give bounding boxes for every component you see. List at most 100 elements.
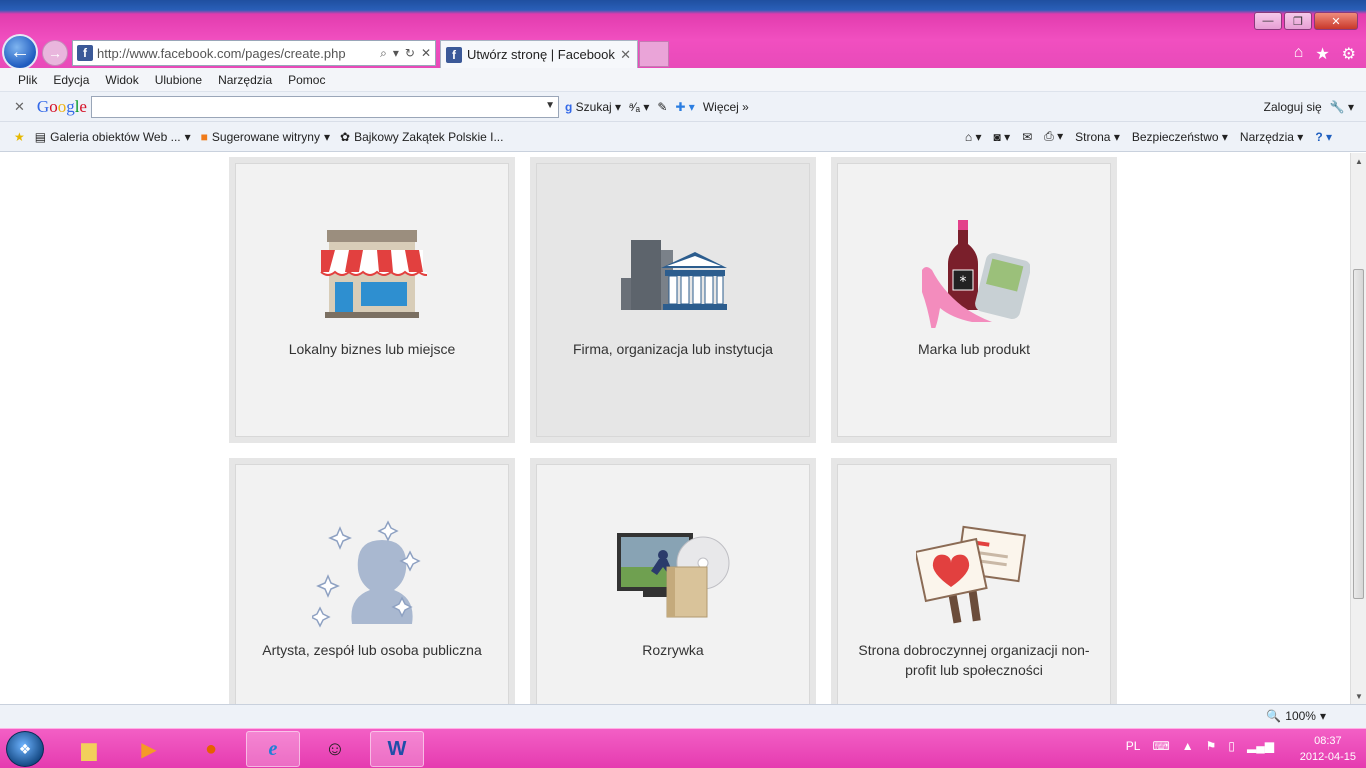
safety-menu-label: Bezpieczeństwo (1131, 129, 1219, 144)
google-toolbar: ✕ Google ▼ g Szukaj ▾ ᵃ⁄ₐ ▾ ✎ ✚ ▾ Więcej… (0, 92, 1366, 122)
window-controls: — ❐ ✕ (1254, 12, 1358, 30)
menu-item-favorites[interactable]: Ulubione (155, 73, 202, 87)
search-icon[interactable]: ⌕ (380, 46, 387, 61)
google-search-button[interactable]: g Szukaj ▾ (565, 100, 621, 114)
more-button[interactable]: Więcej » (703, 100, 749, 114)
scroll-thumb[interactable] (1353, 269, 1364, 599)
fav-item-label: Galeria obiektów Web ... (50, 129, 181, 144)
dropdown-arrow-icon[interactable]: ▾ (393, 46, 399, 61)
artist-silhouette-icon (312, 520, 432, 630)
pen-icon[interactable]: ✎ (657, 100, 667, 114)
close-window-button[interactable]: ✕ (1314, 12, 1358, 30)
show-hidden-icons-icon[interactable]: ▲ (1182, 739, 1194, 753)
vertical-scrollbar[interactable]: ▲ ▼ (1350, 153, 1366, 704)
wrench-icon[interactable]: 🔧 ▾ (1330, 100, 1354, 114)
start-button[interactable]: ❖ (6, 731, 44, 767)
google-search-input[interactable]: ▼ (90, 95, 559, 118)
language-indicator[interactable]: PL (1126, 739, 1141, 753)
page-content: Lokalny biznes lub miejsce Firma, organi… (0, 153, 1350, 704)
chevron-down-icon: ▾ (1319, 709, 1326, 723)
login-link[interactable]: Zaloguj się (1264, 100, 1322, 114)
fav-item-suggested[interactable]: ■ Sugerowane witryny ▾ (201, 130, 330, 144)
add-favorite-star-icon[interactable]: ★ (14, 130, 25, 144)
address-actions: ⌕ ▾ ↻ ✕ (380, 46, 435, 61)
category-card-local-business[interactable]: Lokalny biznes lub miejsce (229, 157, 515, 443)
system-tray: PL ⌨ ▲ ⚑ ▯ ▂▄▆ (1126, 739, 1274, 753)
taskbar-firefox[interactable]: ● (184, 731, 238, 767)
browser-top-icons: ⌂ ★ ⚙ (1294, 44, 1356, 64)
fav-item-bajkowy[interactable]: ✿ Bajkowy Zakątek Polskie I... (340, 130, 503, 144)
fav-item-label: Bajkowy Zakątek Polskie I... (354, 129, 504, 144)
help-icon[interactable]: ? ▾ (1315, 130, 1332, 144)
fav-item-label: Sugerowane witryny (211, 129, 320, 144)
taskbar-explorer[interactable]: ▆ (62, 731, 116, 767)
word-icon: W (387, 737, 407, 760)
system-clock[interactable]: 08:37 2012-04-15 (1300, 733, 1356, 765)
print-icon[interactable]: ⎙ ▾ (1044, 129, 1063, 144)
safety-menu[interactable]: Bezpieczeństwo ▾ (1132, 130, 1228, 144)
home-icon[interactable]: ⌂ (1294, 44, 1304, 64)
stop-icon[interactable]: ✕ (421, 46, 431, 61)
zoom-icon: 🔍 (1266, 709, 1282, 723)
favorites-bar: ★ ▤ Galeria obiektów Web ... ▾ ■ Sugerowan… (0, 122, 1366, 152)
taskbar-media-player[interactable]: ▶ (122, 731, 176, 767)
taskbar-internet-explorer[interactable]: e (246, 731, 300, 767)
category-card-artist[interactable]: Artysta, zespół lub osoba publiczna (229, 458, 515, 704)
search-button-label: Szukaj (575, 99, 612, 114)
forward-button[interactable]: → (42, 40, 68, 66)
address-bar[interactable]: f http://www.facebook.com/pages/create.p… (72, 40, 436, 66)
menu-item-view[interactable]: Widok (105, 73, 138, 87)
google-toolbar-buttons: g Szukaj ▾ ᵃ⁄ₐ ▾ ✎ ✚ ▾ Więcej » (565, 100, 749, 114)
scroll-up-arrow-icon[interactable]: ▲ (1351, 153, 1366, 169)
storefront-icon (312, 219, 432, 329)
menu-item-edit[interactable]: Edycja (53, 73, 89, 87)
web-slice-icon: ▤ (34, 129, 47, 144)
tab-close-icon[interactable]: ✕ (620, 47, 631, 63)
network-signal-icon[interactable]: ▂▄▆ (1247, 739, 1274, 753)
category-card-brand[interactable]: * Marka lub produkt (831, 157, 1117, 443)
status-bar: 🔍 100% ▾ (0, 704, 1366, 728)
tab-title: Utwórz stronę | Facebook (467, 47, 615, 62)
card-label: Lokalny biznes lub miejsce (288, 341, 456, 357)
close-toolbar-icon[interactable]: ✕ (14, 99, 25, 115)
flag-icon[interactable]: ⚑ (1206, 739, 1217, 753)
gear-icon[interactable]: ⚙ (1342, 44, 1356, 64)
category-card-company[interactable]: Firma, organizacja lub instytucja (530, 157, 816, 443)
address-url[interactable]: http://www.facebook.com/pages/create.php (97, 46, 376, 61)
card-label: Artysta, zespół lub osoba publiczna (262, 642, 482, 658)
zoom-level: 100% (1285, 709, 1316, 723)
back-button[interactable]: ← (2, 34, 38, 70)
plus-icon[interactable]: ✚ ▾ (675, 100, 694, 114)
taskbar-word[interactable]: W (370, 731, 424, 767)
translate-icon[interactable]: ᵃ⁄ₐ ▾ (629, 100, 649, 114)
page-menu[interactable]: Strona ▾ (1075, 130, 1120, 144)
chevron-down-icon[interactable]: ▼ (545, 100, 555, 111)
browser-tab-active[interactable]: f Utwórz stronę | Facebook ✕ (440, 40, 638, 68)
card-label: Strona dobroczynnej organizacji non-prof… (858, 642, 1090, 678)
keyboard-icon[interactable]: ⌨ (1152, 739, 1169, 753)
battery-icon[interactable]: ▯ (1228, 739, 1235, 753)
menu-item-help[interactable]: Pomoc (288, 73, 325, 87)
minimize-button[interactable]: — (1254, 12, 1282, 30)
menu-item-file[interactable]: Plik (18, 73, 37, 87)
refresh-icon[interactable]: ↻ (405, 46, 415, 61)
fav-item-gallery[interactable]: ▤ Galeria obiektów Web ... ▾ (35, 130, 191, 144)
tools-menu[interactable]: Narzędzia ▾ (1240, 130, 1303, 144)
mail-icon[interactable]: ✉ (1022, 130, 1032, 144)
category-card-entertainment[interactable]: Rozrywka (530, 458, 816, 704)
home-icon[interactable]: ⌂ ▾ (965, 130, 982, 144)
suggested-sites-icon: ■ (200, 129, 208, 144)
zoom-control[interactable]: 🔍 100% ▾ (1266, 709, 1326, 723)
firefox-icon: ● (204, 737, 218, 760)
media-player-icon: ▶ (141, 738, 157, 761)
new-tab-button[interactable] (639, 41, 669, 67)
rss-feed-icon[interactable]: ◙ ▾ (993, 130, 1010, 144)
clock-date: 2012-04-15 (1299, 751, 1356, 763)
favorites-star-icon[interactable]: ★ (1315, 44, 1329, 64)
maximize-button[interactable]: ❐ (1284, 12, 1312, 30)
taskbar-cartoon-app[interactable]: ☺ (308, 731, 362, 767)
category-card-nonprofit[interactable]: Strona dobroczynnej organizacji non-prof… (831, 458, 1117, 704)
bajkowy-favicon-icon: ✿ (340, 129, 351, 144)
scroll-down-arrow-icon[interactable]: ▼ (1351, 688, 1366, 704)
menu-item-tools[interactable]: Narzędzia (218, 73, 272, 87)
